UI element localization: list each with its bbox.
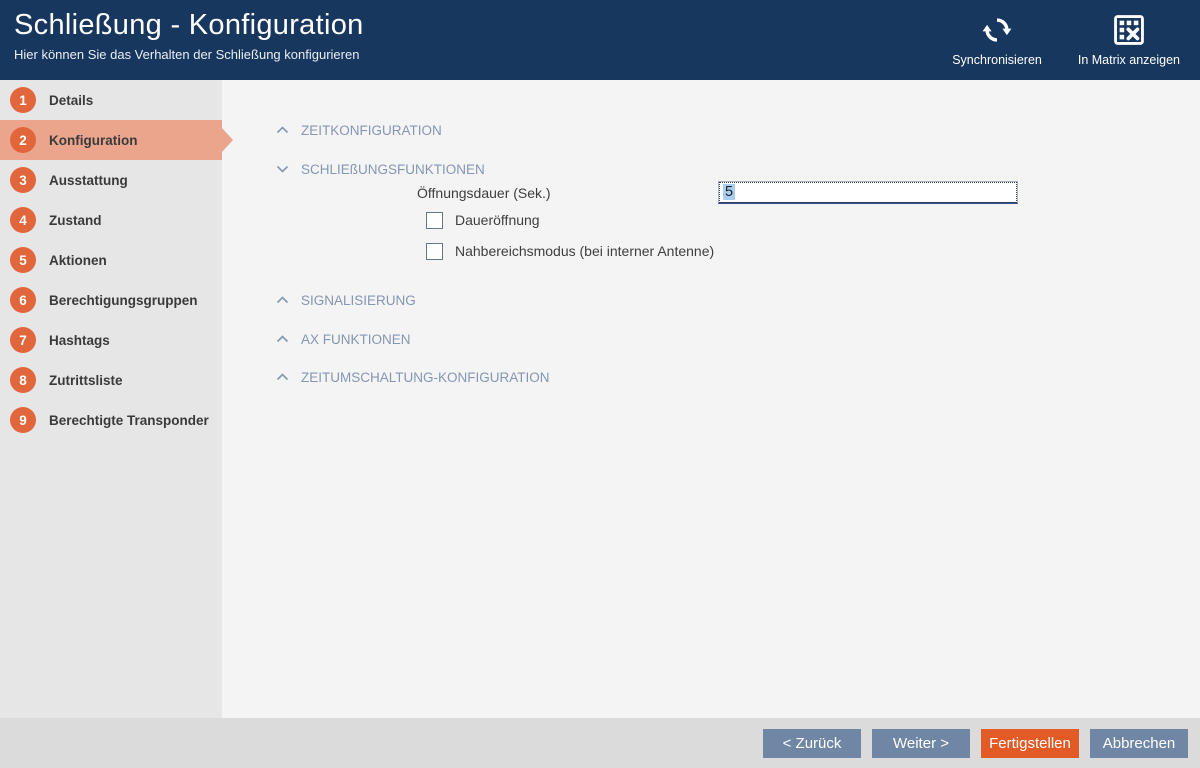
sidebar-item-hashtags[interactable]: 7 Hashtags [0, 320, 222, 360]
sidebar-item-ausstattung[interactable]: 3 Ausstattung [0, 160, 222, 200]
show-in-matrix-label: In Matrix anzeigen [1078, 53, 1180, 67]
chevron-up-icon [276, 334, 289, 344]
matrix-icon [1112, 13, 1146, 47]
sidebar-item-berechtigungsgruppen[interactable]: 6 Berechtigungsgruppen [0, 280, 222, 320]
page-subtitle: Hier können Sie das Verhalten der Schlie… [14, 47, 364, 62]
step-number-badge: 2 [10, 127, 36, 153]
section-ax-funktionen[interactable]: AX FUNKTIONEN [276, 331, 411, 347]
step-number-badge: 8 [10, 367, 36, 393]
step-number-badge: 5 [10, 247, 36, 273]
chevron-up-icon [276, 295, 289, 305]
wizard-steps-sidebar: 1 Details 2 Konfiguration 3 Ausstattung … [0, 80, 222, 718]
step-number-badge: 6 [10, 287, 36, 313]
nahbereichsmodus-label: Nahbereichsmodus (bei interner Antenne) [455, 243, 714, 259]
chevron-up-icon [276, 372, 289, 382]
daueroeffnung-row: Daueröffnung [426, 211, 1200, 229]
header-actions: Synchronisieren In Matrix anzeigen [952, 0, 1200, 80]
finish-button[interactable]: Fertigstellen [981, 729, 1079, 758]
main-content: ZEITKONFIGURATION SCHLIEßUNGSFUNKTIONEN … [222, 80, 1200, 718]
synchronize-label: Synchronisieren [952, 53, 1042, 67]
sidebar-item-konfiguration[interactable]: 2 Konfiguration [0, 120, 222, 160]
sync-icon [980, 13, 1014, 47]
opening-duration-label: Öffnungsdauer (Sek.) [417, 185, 718, 201]
step-number-badge: 9 [10, 407, 36, 433]
opening-duration-row: Öffnungsdauer (Sek.) 5 [417, 181, 1200, 204]
chevron-down-icon [276, 164, 289, 174]
sidebar-item-berechtigte-transponder[interactable]: 9 Berechtigte Transponder [0, 400, 222, 440]
nahbereichsmodus-checkbox[interactable] [426, 243, 443, 260]
daueroeffnung-label: Daueröffnung [455, 212, 540, 228]
nahbereichsmodus-row: Nahbereichsmodus (bei interner Antenne) [426, 242, 1200, 260]
synchronize-button[interactable]: Synchronisieren [952, 13, 1042, 67]
app-window: Schließung - Konfiguration Hier können S… [0, 0, 1200, 768]
show-in-matrix-button[interactable]: In Matrix anzeigen [1078, 13, 1180, 67]
section-zeitkonfiguration[interactable]: ZEITKONFIGURATION [276, 122, 442, 138]
next-button[interactable]: Weiter > [872, 729, 970, 758]
cancel-button[interactable]: Abbrechen [1090, 729, 1188, 758]
step-number-badge: 4 [10, 207, 36, 233]
sidebar-item-details[interactable]: 1 Details [0, 80, 222, 120]
section-zeitumschaltung-konfiguration[interactable]: ZEITUMSCHALTUNG-KONFIGURATION [276, 369, 550, 385]
sidebar-item-zutrittsliste[interactable]: 8 Zutrittsliste [0, 360, 222, 400]
header-text: Schließung - Konfiguration Hier können S… [0, 0, 364, 80]
daueroeffnung-checkbox[interactable] [426, 212, 443, 229]
back-button[interactable]: < Zurück [763, 729, 861, 758]
step-number-badge: 1 [10, 87, 36, 113]
section-schliessungsfunktionen[interactable]: SCHLIEßUNGSFUNKTIONEN [276, 161, 485, 177]
footer-bar: < Zurück Weiter > Fertigstellen Abbreche… [0, 718, 1200, 768]
header: Schließung - Konfiguration Hier können S… [0, 0, 1200, 80]
step-number-badge: 7 [10, 327, 36, 353]
sidebar-item-aktionen[interactable]: 5 Aktionen [0, 240, 222, 280]
section-signalisierung[interactable]: SIGNALISIERUNG [276, 292, 416, 308]
chevron-up-icon [276, 125, 289, 135]
step-number-badge: 3 [10, 167, 36, 193]
page-title: Schließung - Konfiguration [14, 9, 364, 42]
opening-duration-input[interactable]: 5 [718, 181, 1018, 204]
selected-input-text: 5 [723, 184, 735, 200]
sidebar-item-zustand[interactable]: 4 Zustand [0, 200, 222, 240]
